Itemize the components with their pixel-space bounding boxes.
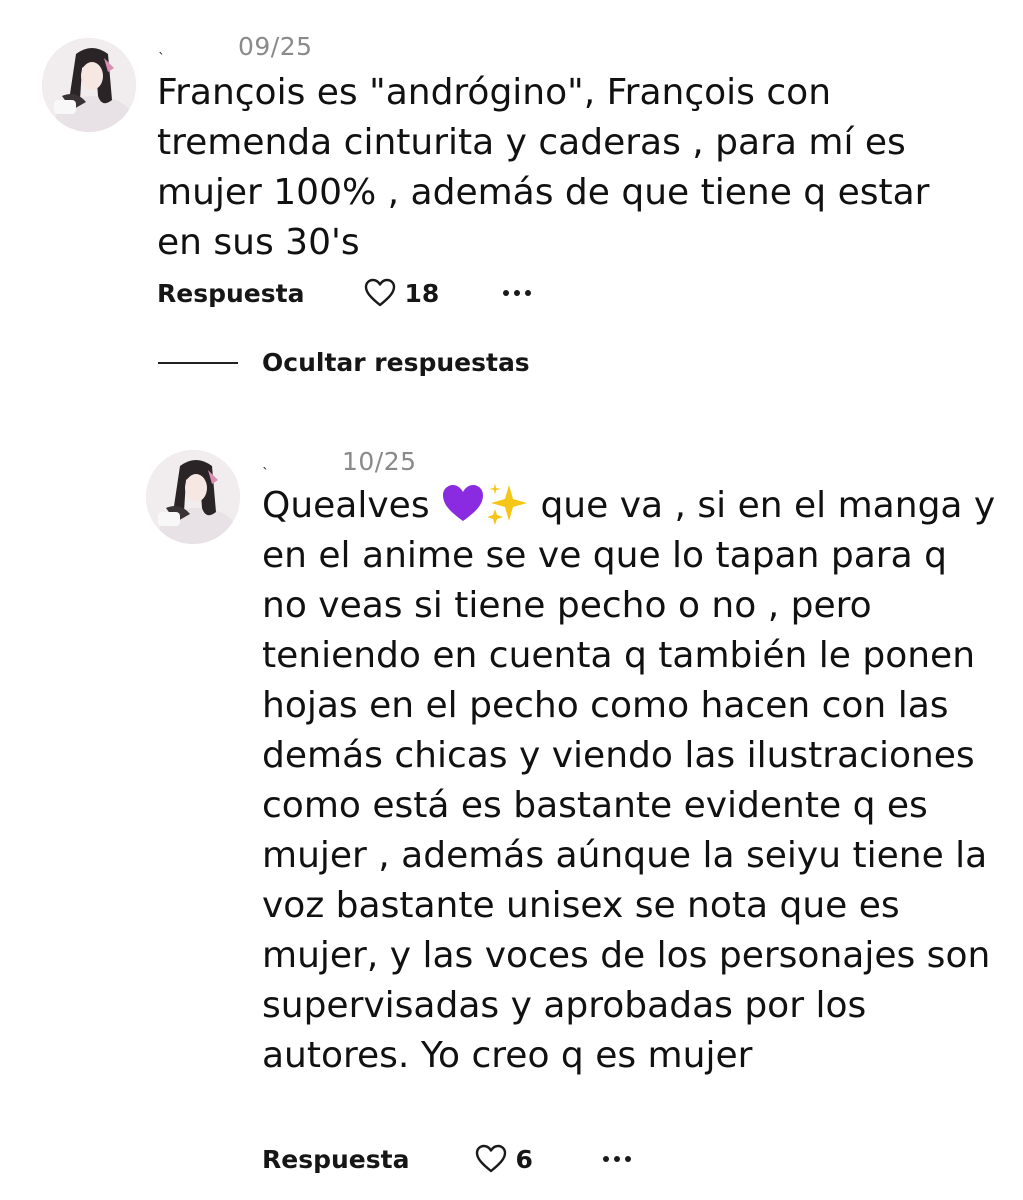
heart-outline-icon [365, 278, 396, 307]
more-dots-icon [602, 1156, 631, 1162]
avatar-image [42, 38, 136, 132]
avatar[interactable] [146, 450, 240, 544]
more-options-button[interactable] [503, 290, 532, 296]
heart-outline-icon [476, 1144, 507, 1173]
hide-replies-label: Ocultar respuestas [262, 348, 530, 377]
divider-line [158, 361, 238, 364]
username[interactable]: ˎ [158, 39, 238, 55]
reply-button[interactable]: Respuesta [262, 1145, 409, 1174]
avatar-image [146, 450, 240, 544]
more-dots-icon [503, 290, 532, 296]
comment-text: Quealves que va , si en el manga y en el… [262, 481, 1002, 1081]
reply-button[interactable]: Respuesta [157, 279, 304, 308]
like-count: 6 [515, 1144, 533, 1174]
like-count: 18 [404, 278, 440, 308]
username[interactable]: ˎ [262, 454, 342, 470]
more-options-button[interactable] [602, 1156, 631, 1162]
like-button[interactable]: 6 [475, 1144, 533, 1174]
purple-heart-emoji [443, 485, 484, 521]
comment-date: 10/25 [342, 447, 417, 476]
hide-replies-button[interactable]: Ocultar respuestas [158, 348, 530, 377]
comment-text: François es "andrógino", François con tr… [157, 72, 930, 263]
sparkles-emoji [487, 483, 528, 525]
comment-date: 09/25 [238, 32, 313, 61]
comment-text-start: Quealves [262, 485, 442, 526]
like-button[interactable]: 18 [364, 278, 439, 308]
avatar[interactable] [42, 38, 136, 132]
comment-text-rest: que va , si en el manga y en el anime se… [262, 485, 996, 1076]
